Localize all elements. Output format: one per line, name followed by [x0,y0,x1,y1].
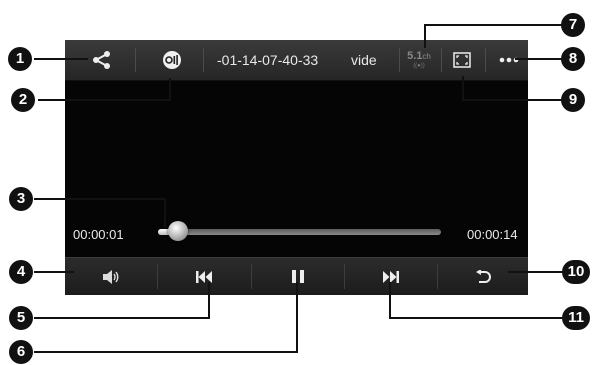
callout-line-3 [34,198,165,200]
share-icon [93,51,110,69]
toolbar-divider [135,48,136,72]
callout-line-4 [34,271,74,273]
audio-output-button[interactable] [157,40,187,80]
total-time: 00:00:14 [467,227,518,242]
audio-badge-main: 5.1 [407,49,423,62]
callout-line-10 [508,271,564,273]
screen-ratio-button[interactable] [447,40,477,80]
callout-line-6-vertical [296,282,298,353]
share-button[interactable] [85,40,119,80]
toolbar-divider [441,48,442,72]
callout-6: 6 [9,340,33,364]
more-options-button[interactable] [493,40,525,80]
callout-7: 7 [561,13,585,37]
callout-3: 3 [9,187,33,211]
audio-output-icon [163,51,181,69]
toolbar-divider [399,48,400,72]
volume-button[interactable] [65,258,157,295]
previous-button[interactable] [158,258,250,295]
volume-icon [103,269,119,284]
seek-thumb[interactable] [167,221,188,241]
callout-line-7 [424,24,565,26]
callout-8: 8 [561,47,585,71]
callout-1: 1 [8,47,32,71]
callout-line-3-vertical [164,198,166,228]
back-icon [476,269,491,283]
callout-line-11 [391,317,564,319]
file-name-overflow-text: vide [351,52,377,68]
callout-line-2-vertical [169,78,171,101]
callout-4: 4 [9,260,33,284]
callout-line-9 [462,99,565,101]
file-name-text: -01-14-07-40-33 [217,52,319,68]
callout-line-5-vertical [208,282,210,319]
callout-line-8 [515,58,563,60]
seek-bar[interactable] [158,229,441,235]
pause-button[interactable] [252,258,344,295]
pause-icon [292,270,304,283]
file-title: -01-14-07-40-33 vide [215,40,401,80]
top-toolbar: -01-14-07-40-33 vide 5.1ch ((●)) [65,40,528,81]
callout-line-5 [34,317,210,319]
callout-11: 11 [562,306,590,330]
surround-waves-glyph: ((●)) [413,62,425,69]
callout-line-1 [34,58,88,60]
screen-ratio-icon [453,52,471,68]
callout-2: 2 [11,88,35,112]
audio-badge-sub: ch [422,51,431,61]
callout-line-11-vertical [389,282,391,319]
current-time: 00:00:01 [73,227,124,242]
callout-9: 9 [561,88,585,112]
back-button[interactable] [438,258,528,295]
surround-sound-icon: 5.1ch [407,49,431,62]
callout-5: 5 [9,306,33,330]
callout-line-7-vertical [424,24,426,48]
toolbar-divider [485,48,486,72]
callout-line-9-vertical [462,76,464,101]
previous-track-icon [196,270,212,283]
toolbar-divider [203,48,204,72]
next-track-icon [383,270,399,283]
surround-sound-badge: 5.1ch ((●)) [401,40,437,80]
video-player-screen[interactable]: -01-14-07-40-33 vide 5.1ch ((●)) 00:00:0… [65,40,528,295]
callout-10: 10 [562,260,590,284]
callout-line-6 [34,351,298,353]
next-button[interactable] [345,258,437,295]
callout-line-2 [38,99,171,101]
